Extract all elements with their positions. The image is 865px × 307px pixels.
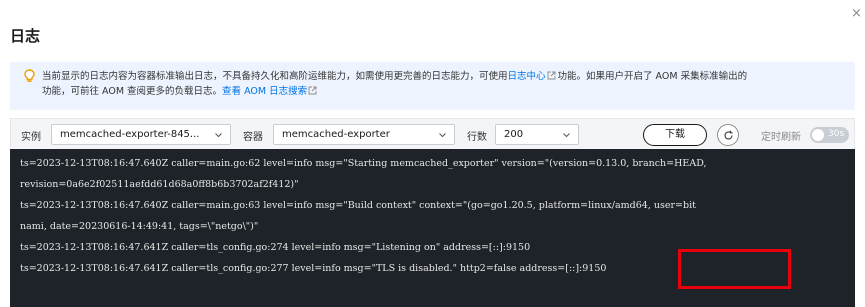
container-select-value: memcached-exporter [282,129,390,140]
external-link-icon [547,71,555,80]
download-button[interactable]: 下载 [643,124,707,146]
lines-select[interactable]: 200 [495,124,579,145]
instance-label: 实例 [21,132,41,143]
log-line: ts=2023-12-13T08:16:47.641Z caller=tls_c… [20,263,607,274]
chevron-down-icon [215,133,222,138]
notice-text-2: 功能。如果用户开启了 AOM 采集标准输出的 [557,71,748,82]
instance-select[interactable]: memcached-exporter-845... [51,124,231,145]
lightbulb-icon [24,69,35,82]
instance-select-value: memcached-exporter-845... [60,129,200,140]
notice-text-3: 功能，可前往 AOM 查阅更多的负载日志。 [42,86,223,97]
auto-refresh-interval: 30s [828,129,845,139]
info-notice: 当前显示的日志内容为容器标准输出日志，不具备持久化和高阶运维能力，如需使用更完善… [10,62,855,110]
log-toolbar: 实例 memcached-exporter-845... 容器 memcache… [10,118,855,149]
toggle-knob [812,129,824,141]
dialog-title: 日志 [10,27,41,45]
refresh-button[interactable] [717,124,739,146]
chevron-down-icon [439,133,446,138]
log-line: nami, date=20230616-14:49:41, tags=\"net… [20,221,259,232]
lines-select-value: 200 [504,129,524,140]
log-line: revision=0a6e2f02511aefdd61d68a0ff8b6b37… [20,179,299,190]
refresh-icon [724,130,733,140]
log-line: ts=2023-12-13T08:16:47.640Z caller=main.… [20,200,696,211]
external-link-icon [308,86,317,95]
container-label: 容器 [243,132,263,143]
auto-refresh-label: 定时刷新 [761,132,801,143]
chevron-down-icon [563,133,570,138]
log-line: ts=2023-12-13T08:16:47.641Z caller=tls_c… [20,242,531,253]
log-output: ts=2023-12-13T08:16:47.640Z caller=main.… [10,149,855,307]
notice-text-1: 当前显示的日志内容为容器标准输出日志，不具备持久化和高阶运维能力，如需使用更完善… [42,71,508,82]
log-line: ts=2023-12-13T08:16:47.640Z caller=main.… [20,158,707,169]
container-select[interactable]: memcached-exporter [273,124,455,145]
aom-log-search-link[interactable]: 查看 AOM 日志搜索 [222,86,307,97]
log-center-link[interactable]: 日志中心 [508,71,546,82]
lines-label: 行数 [467,132,487,143]
close-icon[interactable]: × [851,7,862,20]
auto-refresh-toggle[interactable]: 30s [810,127,849,143]
